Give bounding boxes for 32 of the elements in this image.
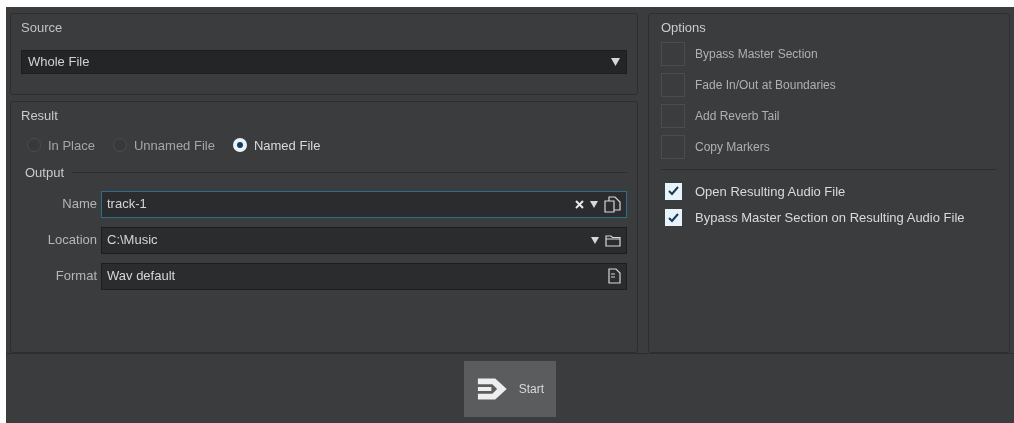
copy-icon[interactable]: [604, 195, 621, 213]
checkbox[interactable]: Fade In/Out at Boundaries: [661, 72, 997, 97]
group-title: Source: [21, 20, 63, 35]
check-icon: [667, 212, 679, 223]
radio-button[interactable]: Named File: [232, 135, 321, 155]
source-dropdown[interactable]: Whole File: [21, 49, 627, 74]
caret-icon[interactable]: [590, 200, 598, 208]
start-button[interactable]: Start: [464, 360, 556, 417]
caret-icon: [611, 57, 620, 66]
field-label: Location: [46, 231, 97, 250]
field-label: Name: [61, 195, 97, 214]
checkbox[interactable]: Copy Markers: [661, 134, 997, 159]
group-title: Result: [21, 108, 58, 123]
checkbox[interactable]: Bypass Master Section: [661, 41, 997, 66]
check-icon: [667, 186, 679, 197]
folder-icon[interactable]: [605, 233, 621, 247]
field-label: Format: [54, 267, 97, 286]
input-field[interactable]: track-1: [101, 190, 627, 218]
checkbox[interactable]: Bypass Master Section on Resulting Audio File: [661, 208, 997, 228]
input-field[interactable]: Wav default: [101, 262, 627, 290]
radio-button[interactable]: In Place: [27, 135, 95, 155]
input-field[interactable]: C:\Music: [101, 226, 627, 254]
dropdown-value: Whole File: [28, 52, 90, 71]
caret-icon[interactable]: [591, 236, 599, 244]
start-icon: [476, 375, 509, 402]
checkbox[interactable]: Open Resulting Audio File: [661, 181, 997, 201]
close-icon[interactable]: [575, 199, 584, 209]
group-title: Options: [661, 20, 706, 35]
group-title: Output: [25, 164, 65, 182]
radio-button[interactable]: Unnamed File: [113, 135, 215, 155]
checkbox[interactable]: Add Reverb Tail: [661, 103, 997, 128]
document-icon[interactable]: [608, 268, 621, 284]
